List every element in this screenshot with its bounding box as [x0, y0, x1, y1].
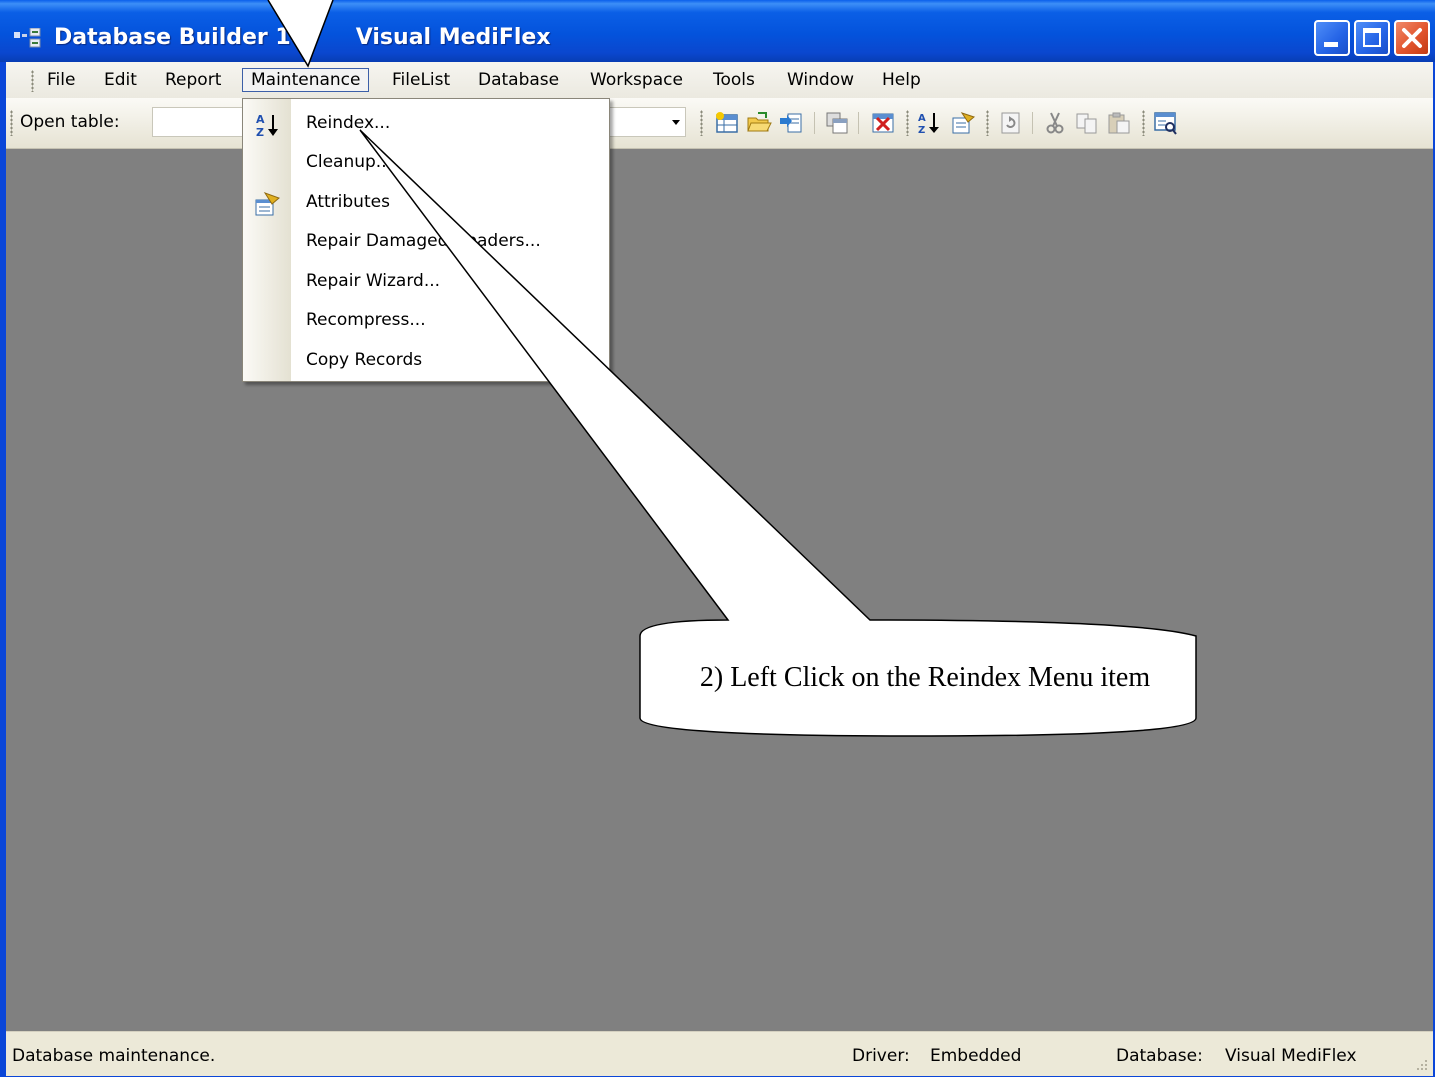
sort-icon[interactable]: A Z: [916, 110, 942, 136]
toolbar-separator: [814, 112, 815, 134]
menu-item-label: Attributes: [306, 192, 390, 212]
menu-database[interactable]: Database: [470, 68, 567, 92]
menu-workspace[interactable]: Workspace: [582, 68, 691, 92]
callout-text: 2) Left Click on the Reindex Menu item: [699, 662, 1151, 693]
menu-item-label: Repair Wizard...: [306, 271, 441, 291]
attributes-icon: [255, 192, 280, 216]
menu-item-repair-wizard[interactable]: Repair Wizard...: [243, 263, 609, 301]
menu-item-label: Recompress...: [306, 310, 426, 330]
menu-item-label: Reindex...: [306, 113, 391, 133]
status-bar: Database maintenance. Driver: Embedded D…: [6, 1031, 1433, 1076]
menu-item-copy-records[interactable]: Copy Records: [243, 342, 609, 380]
chevron-down-icon[interactable]: [668, 109, 684, 135]
menu-item-repair-damaged-headers[interactable]: Repair Damaged Headers...: [243, 223, 609, 261]
status-database-value: Visual MediFlex: [1225, 1046, 1357, 1066]
svg-text:A: A: [256, 113, 265, 126]
menubar-grip[interactable]: [31, 70, 34, 92]
open-folder-icon[interactable]: [746, 110, 772, 136]
close-icon: [1402, 28, 1422, 48]
new-table-icon[interactable]: [714, 110, 740, 136]
open-table-label: Open table:: [20, 112, 120, 132]
attributes-icon[interactable]: [950, 110, 976, 136]
menu-window[interactable]: Window: [779, 68, 862, 92]
toolbar-separator: [858, 112, 859, 134]
toolbar: Open table: A Z: [6, 98, 1433, 149]
menu-item-reindex[interactable]: A Z Reindex...: [243, 105, 609, 143]
minimize-icon: [1324, 42, 1338, 47]
resize-grip-icon[interactable]: [1415, 1058, 1429, 1072]
view-icon[interactable]: [1152, 110, 1178, 136]
svg-text:Z: Z: [918, 125, 925, 136]
maximize-icon: [1363, 28, 1381, 47]
status-driver-label: Driver:: [852, 1046, 910, 1066]
menu-item-cleanup[interactable]: Cleanup...: [243, 144, 609, 182]
status-driver-value: Embedded: [930, 1046, 1022, 1066]
client-area: File Edit Report Maintenance FileList Da…: [6, 62, 1433, 1076]
maintenance-menu: A Z Reindex... Cleanup... Attributes Rep…: [242, 98, 610, 382]
import-icon[interactable]: [778, 110, 804, 136]
menu-bar: File Edit Report Maintenance FileList Da…: [6, 62, 1433, 98]
menu-tools[interactable]: Tools: [705, 68, 763, 92]
cut-icon[interactable]: [1042, 110, 1068, 136]
application-window: Database Builder 14. Visual MediFlex Fil…: [0, 0, 1435, 1077]
menu-filelist[interactable]: FileList: [384, 68, 458, 92]
paste-icon[interactable]: [1106, 110, 1132, 136]
toolbar-grip[interactable]: [10, 110, 13, 136]
close-button[interactable]: [1394, 20, 1430, 56]
toolbar-grip-5[interactable]: [1142, 110, 1145, 136]
menu-item-label: Cleanup...: [306, 152, 393, 172]
menu-item-attributes[interactable]: Attributes: [243, 184, 609, 222]
mdi-workspace[interactable]: [6, 149, 1433, 1031]
menu-item-recompress[interactable]: Recompress...: [243, 302, 609, 340]
menu-edit[interactable]: Edit: [96, 68, 145, 92]
toolbar-grip-4[interactable]: [986, 110, 989, 136]
toolbar-grip-3[interactable]: [906, 110, 909, 136]
menu-file[interactable]: File: [39, 68, 83, 92]
delete-table-icon[interactable]: [870, 110, 896, 136]
menu-item-label: Repair Damaged Headers...: [306, 231, 541, 251]
svg-text:Z: Z: [256, 126, 264, 139]
app-database-icon: [14, 28, 41, 48]
toolbar-separator: [1032, 112, 1033, 134]
window-title: Database Builder 14. Visual MediFlex: [54, 25, 551, 50]
menu-report[interactable]: Report: [157, 68, 229, 92]
menu-maintenance[interactable]: Maintenance: [242, 68, 370, 92]
maximize-button[interactable]: [1354, 20, 1390, 56]
status-message: Database maintenance.: [12, 1046, 216, 1066]
window-title-main: Database Builder 14.: [54, 25, 315, 50]
refresh-icon[interactable]: [998, 110, 1024, 136]
copy-table-icon[interactable]: [824, 110, 850, 136]
window-title-suffix: Visual MediFlex: [355, 25, 551, 50]
toolbar-grip-2[interactable]: [700, 110, 703, 136]
menu-help[interactable]: Help: [874, 68, 929, 92]
svg-text:A: A: [918, 113, 926, 124]
minimize-button[interactable]: [1314, 20, 1350, 56]
menu-item-label: Copy Records: [306, 350, 423, 370]
status-database-label: Database:: [1116, 1046, 1203, 1066]
copy-icon[interactable]: [1074, 110, 1100, 136]
sort-az-icon: A Z: [256, 113, 278, 139]
title-bar[interactable]: Database Builder 14. Visual MediFlex: [0, 0, 1435, 62]
